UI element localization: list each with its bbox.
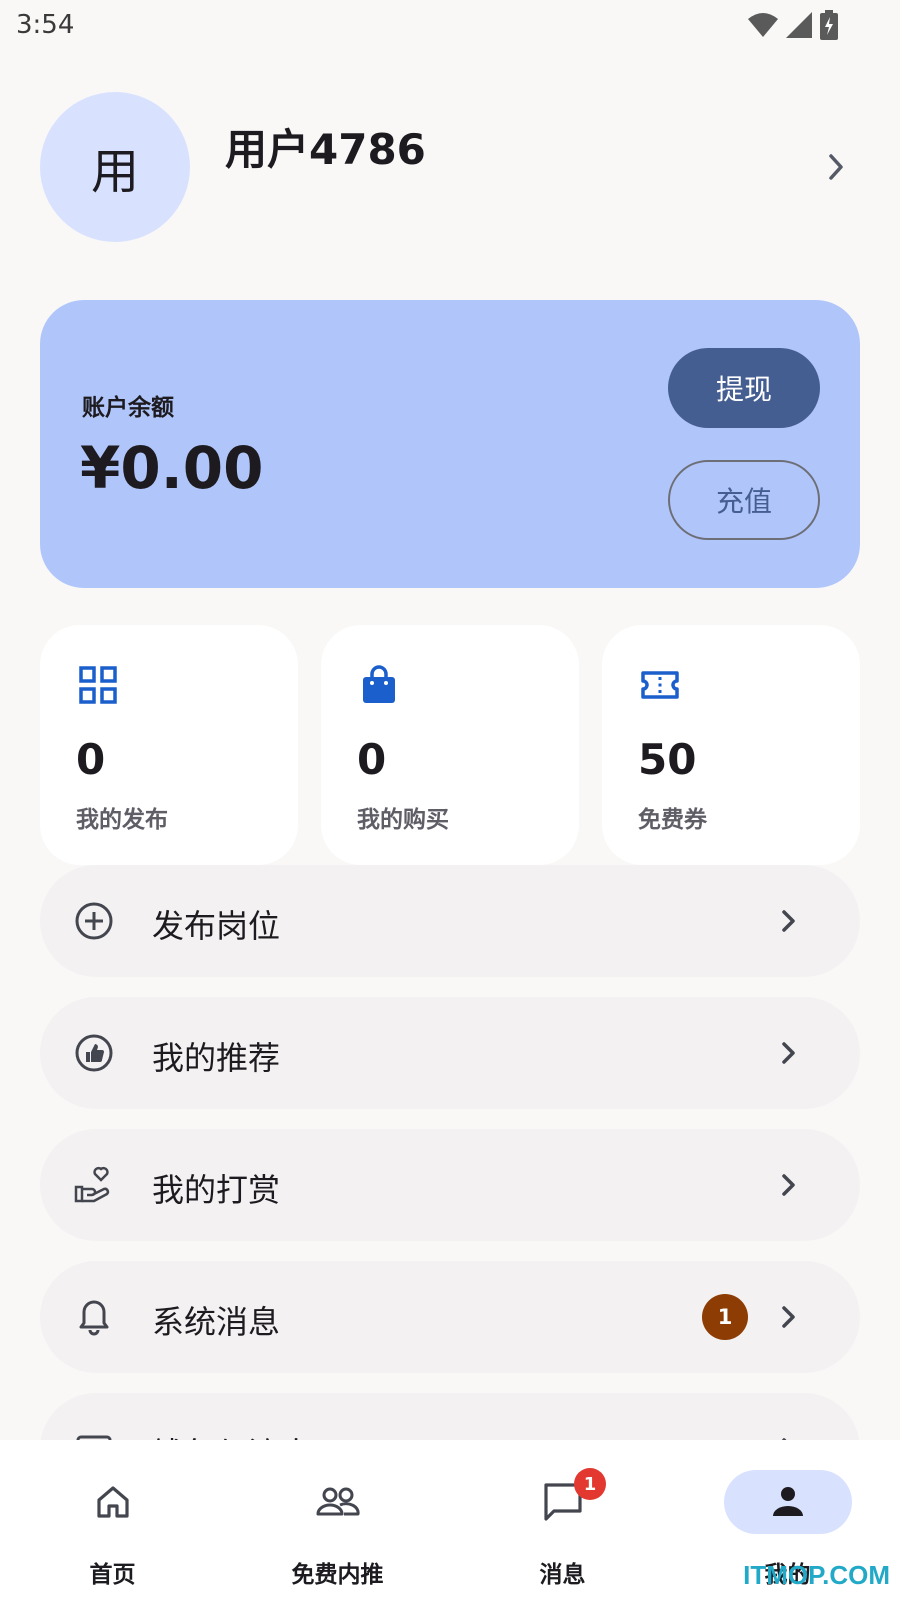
person-icon xyxy=(773,1487,803,1516)
menu-label: 我的推荐 xyxy=(152,1039,281,1077)
stat-card-my-posts[interactable]: 0 我的发布 xyxy=(40,625,298,865)
nav-icon-container xyxy=(274,1470,402,1534)
add-circle-icon xyxy=(75,902,113,940)
notification-badge: 1 xyxy=(702,1294,748,1340)
chevron-right-icon xyxy=(782,910,795,932)
stat-card-coupons[interactable]: 50 免费券 xyxy=(602,625,860,865)
stat-label: 免费券 xyxy=(638,807,707,833)
balance-label: 账户余额 xyxy=(82,395,174,421)
wifi-icon xyxy=(748,13,778,37)
stats-row: 0 我的发布 0 我的购买 50 免费券 xyxy=(40,625,860,865)
battery-charging-icon xyxy=(820,10,838,40)
avatar[interactable]: 用 xyxy=(40,92,190,242)
profile-header[interactable]: 用 用户4786 xyxy=(40,92,860,242)
withdraw-button[interactable]: 提现 xyxy=(668,348,820,428)
menu-label: 系统消息 xyxy=(152,1303,281,1341)
cellular-signal-icon xyxy=(786,12,812,38)
stat-label: 我的购买 xyxy=(357,807,449,833)
balance-amount: ¥0.00 xyxy=(80,434,264,502)
ticket-icon xyxy=(641,671,679,699)
recharge-button[interactable]: 充值 xyxy=(668,460,820,540)
status-icons xyxy=(748,10,838,40)
username: 用户4786 xyxy=(225,125,426,174)
nav-icon-container xyxy=(499,1470,627,1534)
nav-label: 消息 xyxy=(539,1562,586,1588)
shopping-bag-icon xyxy=(363,665,395,703)
status-bar: 3:54 xyxy=(0,0,900,50)
nav-label: 免费内推 xyxy=(291,1562,384,1588)
people-icon xyxy=(316,1487,360,1516)
bell-icon xyxy=(79,1300,109,1336)
nav-label: 首页 xyxy=(89,1562,136,1588)
stat-label: 我的发布 xyxy=(76,807,168,833)
nav-tab-home[interactable]: 首页 xyxy=(0,1440,225,1600)
stat-value: 50 xyxy=(638,735,697,784)
grid-icon xyxy=(79,666,117,704)
status-time: 3:54 xyxy=(16,10,75,40)
menu-item-post-job[interactable]: 发布岗位 xyxy=(40,865,860,977)
balance-card: 账户余额 ¥0.00 提现 充值 xyxy=(40,300,860,588)
stat-value: 0 xyxy=(357,735,387,784)
chevron-right-icon xyxy=(782,1174,795,1196)
menu-item-my-tips[interactable]: 我的打赏 xyxy=(40,1129,860,1241)
stat-value: 0 xyxy=(76,735,106,784)
thumb-up-icon xyxy=(75,1034,113,1072)
hand-heart-icon xyxy=(74,1166,110,1203)
menu-label: 我的打赏 xyxy=(152,1171,281,1209)
stat-card-my-purchases[interactable]: 0 我的购买 xyxy=(321,625,579,865)
chevron-right-icon xyxy=(782,1306,795,1328)
chevron-right-icon[interactable] xyxy=(824,150,848,184)
menu-item-system-messages[interactable]: 系统消息 1 xyxy=(40,1261,860,1373)
nav-tab-messages[interactable]: 1 消息 xyxy=(450,1440,675,1600)
watermark: ITMOP.COM xyxy=(743,1560,890,1590)
nav-icon-container xyxy=(49,1470,177,1534)
menu-item-my-recommendations[interactable]: 我的推荐 xyxy=(40,997,860,1109)
chevron-right-icon xyxy=(782,1042,795,1064)
nav-icon-container xyxy=(724,1470,852,1534)
home-icon xyxy=(97,1486,129,1518)
nav-tab-referrals[interactable]: 免费内推 xyxy=(225,1440,450,1600)
menu-label: 发布岗位 xyxy=(152,907,281,945)
notification-badge: 1 xyxy=(574,1468,606,1500)
